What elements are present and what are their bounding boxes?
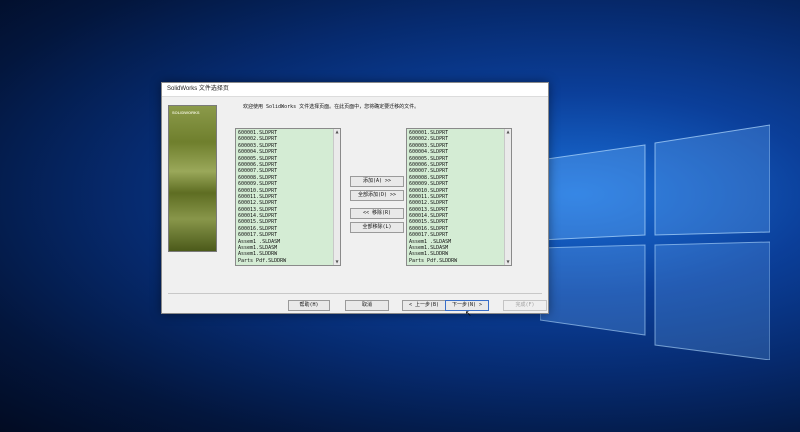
remove-button[interactable]: << 移除(R) (350, 208, 404, 219)
back-button[interactable]: < 上一步(B) (402, 300, 446, 311)
left-list-scrollbar[interactable]: ▲ ▼ (333, 129, 340, 265)
scroll-down-icon[interactable]: ▼ (334, 259, 340, 265)
selected-files-list[interactable]: 600001.SLDPRT 600002.SLDPRT 600003.SLDPRT 6… (406, 128, 512, 266)
list-item[interactable]: Parts Pdf.SLDDRW (408, 258, 504, 264)
windows-logo-background (539, 120, 771, 361)
footer-divider (168, 293, 542, 294)
intro-text: 欢迎使用 SolidWorks 文件选择页面。在此页面中，您将确定要迁移的文件。 (243, 104, 420, 110)
dialog-title: SolidWorks 文件选择页 (162, 83, 548, 97)
file-selection-dialog: SolidWorks 文件选择页 SOLIDWORKS 欢迎使用 SolidWo… (161, 82, 549, 318)
available-files-list[interactable]: 600001.SLDPRT 600002.SLDPRT 600003.SLDPRT 6… (235, 128, 341, 266)
scroll-down-icon[interactable]: ▼ (505, 259, 511, 265)
add-button[interactable]: 添加(A) >> (350, 176, 404, 187)
help-button[interactable]: 帮助(H) (288, 300, 330, 311)
list-item[interactable]: Parts Pdf.SLDDRW (237, 258, 333, 264)
banner-logo-text: SOLIDWORKS (172, 110, 200, 115)
mouse-cursor-icon: ↖ (465, 309, 472, 318)
finish-button: 完成(F) (503, 300, 547, 311)
cancel-button[interactable]: 取消 (345, 300, 389, 311)
scroll-up-icon[interactable]: ▲ (334, 129, 340, 135)
scroll-up-icon[interactable]: ▲ (505, 129, 511, 135)
solidworks-banner-image: SOLIDWORKS (168, 105, 217, 252)
remove-all-button[interactable]: 全部移除(L) (350, 222, 404, 233)
add-all-button[interactable]: 全部添加(D) >> (350, 190, 404, 201)
right-list-scrollbar[interactable]: ▲ ▼ (504, 129, 511, 265)
